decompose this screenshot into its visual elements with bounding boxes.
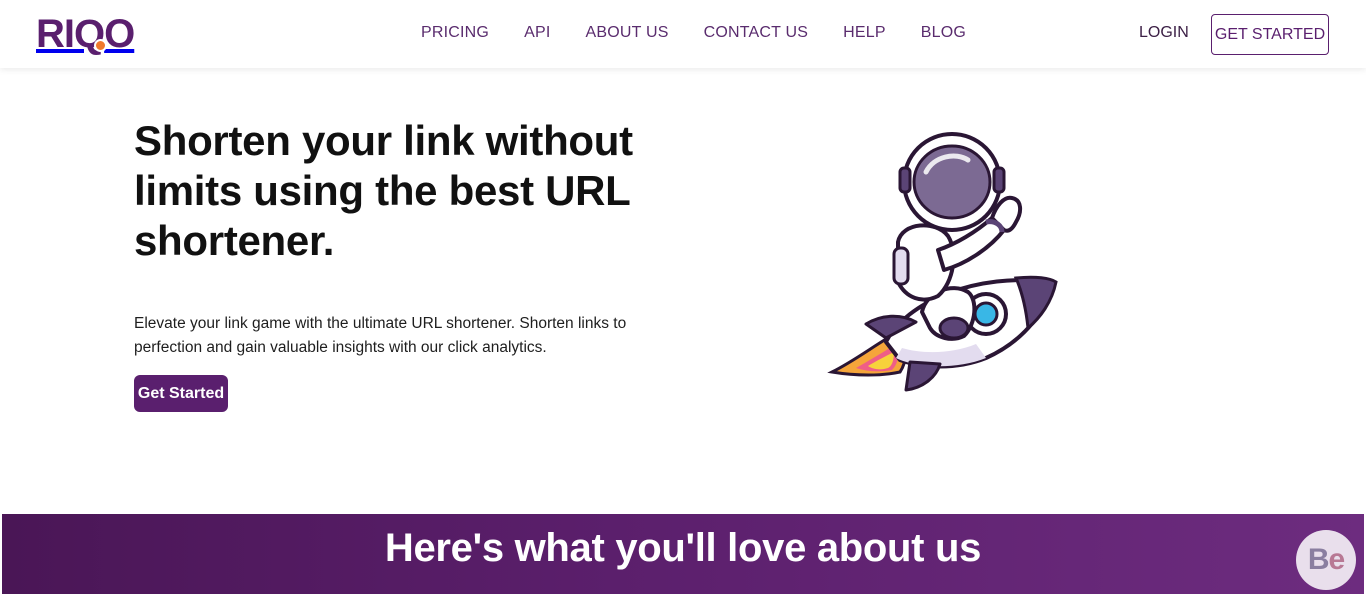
nav-item-pricing[interactable]: PRICING	[421, 24, 489, 42]
login-link[interactable]: LOGIN	[1139, 24, 1189, 42]
badge-text: Be	[1307, 543, 1345, 577]
nav-item-blog[interactable]: BLOG	[921, 24, 966, 42]
hero-subtitle: Elevate your link game with the ultimate…	[134, 315, 627, 356]
nav-item-about-us[interactable]: ABOUT US	[585, 24, 668, 42]
badge-letter-b: B	[1307, 543, 1330, 576]
site-header: RIQ O PRICING API ABOUT US CONTACT US HEL…	[0, 0, 1366, 68]
logo-text-start: RI	[36, 12, 75, 56]
main-nav: PRICING API ABOUT US CONTACT US HELP BLO…	[421, 24, 1001, 42]
hero-get-started-button[interactable]: Get Started	[134, 375, 228, 412]
features-banner-title: Here's what you'll love about us	[384, 526, 982, 570]
nav-item-contact-us[interactable]: CONTACT US	[704, 24, 809, 42]
nav-item-api[interactable]: API	[524, 24, 550, 42]
header-get-started-button[interactable]: GET STARTED	[1211, 14, 1329, 55]
logo-wordmark: RIQ O	[36, 12, 135, 56]
nav-item-help[interactable]: HELP	[843, 24, 886, 42]
behance-badge-icon[interactable]: Be	[1296, 530, 1356, 590]
badge-letter-e: e	[1328, 543, 1345, 576]
logo-text-end: O	[104, 12, 135, 56]
hero-title: Shorten your link without limits using t…	[134, 117, 633, 264]
features-banner: Here's what you'll love about us	[2, 514, 1364, 594]
logo-text-q: Q	[74, 12, 108, 56]
astronaut-rocket-icon	[826, 132, 1062, 394]
brand-logo[interactable]: RIQ O	[36, 12, 135, 56]
